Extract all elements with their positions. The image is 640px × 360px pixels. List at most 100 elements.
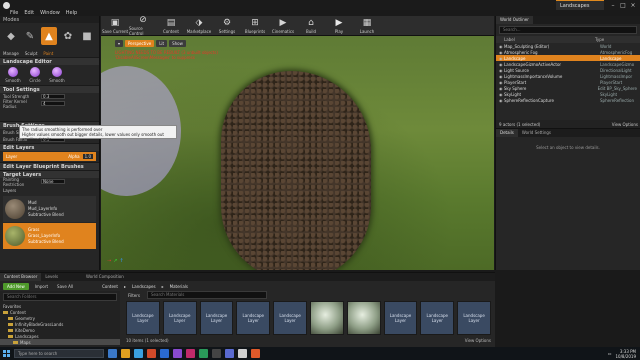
- taskbar-app-icon[interactable]: [212, 349, 221, 358]
- perspective-button[interactable]: Perspective: [125, 39, 155, 47]
- breadcrumb-content[interactable]: Content: [102, 284, 118, 289]
- asset-tile[interactable]: Landscape Layer: [273, 301, 307, 335]
- asset-search-input[interactable]: Search Materials: [147, 291, 267, 299]
- tool-settings-header[interactable]: Tool Settings: [0, 85, 99, 93]
- asset-tile[interactable]: Landscape Layer: [383, 301, 418, 335]
- asset-tile[interactable]: Landscape Layer: [457, 301, 491, 335]
- taskbar-app-icon[interactable]: [173, 349, 182, 358]
- geometry-mode-icon[interactable]: ■: [79, 27, 95, 45]
- tree-item[interactable]: Maps: [0, 339, 120, 345]
- taskbar-app-icon[interactable]: [160, 349, 169, 358]
- taskbar-app-icon[interactable]: [199, 349, 208, 358]
- filters-button[interactable]: Filters: [125, 292, 143, 299]
- windows-start-icon[interactable]: [3, 350, 10, 357]
- menu-file[interactable]: File: [10, 10, 18, 16]
- place-mode-icon[interactable]: ◆: [3, 27, 19, 45]
- submode-manage[interactable]: Manage: [3, 51, 19, 56]
- smooth-falloff-tool[interactable]: Smooth: [48, 67, 66, 83]
- asset-tile[interactable]: Landscape Layer: [162, 301, 197, 335]
- settings-button[interactable]: ⚙ Settings: [213, 16, 241, 36]
- edit-layers-header[interactable]: Edit Layers: [0, 143, 99, 151]
- tab-world-settings[interactable]: World Settings: [518, 129, 555, 137]
- tool-strength-field[interactable]: 0.3: [41, 94, 65, 99]
- minimize-icon[interactable]: –: [608, 2, 618, 9]
- taskbar-app-icon[interactable]: [238, 349, 247, 358]
- taskbar-search-input[interactable]: Type here to search: [14, 349, 104, 358]
- circle-tool[interactable]: Circle: [26, 67, 44, 83]
- taskbar-app-icon[interactable]: [147, 349, 156, 358]
- landscape-editor-header[interactable]: Landscape Editor: [0, 57, 99, 65]
- asset-view-options[interactable]: View Options: [465, 338, 491, 343]
- taskbar-app-icon[interactable]: [121, 349, 130, 358]
- tab-details[interactable]: Details: [496, 129, 518, 137]
- landscape-mode-icon[interactable]: ▲: [41, 27, 57, 45]
- outliner-row[interactable]: ◉ LightmassImportanceVolume LightmassImpor: [496, 73, 640, 79]
- menu-help[interactable]: Help: [66, 10, 77, 16]
- content-button[interactable]: ▤ Content: [157, 16, 185, 36]
- outliner-row[interactable]: ◉ PlayerStart PlayerStart: [496, 79, 640, 85]
- build-button[interactable]: ⌂ Build: [297, 16, 325, 36]
- filter-kernel-field[interactable]: 4: [41, 101, 65, 106]
- material-thumbnail[interactable]: [309, 301, 344, 335]
- col-label[interactable]: Label: [499, 37, 595, 42]
- add-new-button[interactable]: Add New: [3, 282, 29, 290]
- smooth-tool[interactable]: Smooth: [4, 67, 22, 83]
- notification-icon[interactable]: ▭: [608, 351, 612, 356]
- source-control-button[interactable]: ⊘ Source Control: [129, 15, 157, 36]
- asset-tile[interactable]: Landscape Layer: [420, 301, 455, 335]
- marketplace-button[interactable]: ⬗ Marketplace: [185, 16, 213, 36]
- tab-world-outliner[interactable]: World Outliner: [496, 16, 533, 24]
- taskbar-app-icon[interactable]: [108, 349, 117, 358]
- tab-world-composition[interactable]: World Composition: [82, 273, 128, 281]
- foliage-mode-icon[interactable]: ✿: [60, 27, 76, 45]
- outliner-row[interactable]: ◉ Atmospheric Fog AtmosphericFog: [496, 49, 640, 55]
- outliner-row[interactable]: ◉ Light Source DirectionalLight: [496, 67, 640, 73]
- outliner-row[interactable]: ◉ LandscapeGizmoActiveActor LandscapeGizmo: [496, 61, 640, 67]
- col-type[interactable]: Type: [595, 37, 604, 42]
- taskbar-app-icon[interactable]: [186, 349, 195, 358]
- close-icon[interactable]: ×: [628, 2, 638, 9]
- blueprints-button[interactable]: ⊞ Blueprints: [241, 16, 269, 36]
- outliner-row[interactable]: ◉ SphereReflectionCapture SphereReflection: [496, 97, 640, 103]
- taskbar-app-icon[interactable]: [134, 349, 143, 358]
- edit-layer-alpha-field[interactable]: 1.0: [82, 154, 93, 159]
- outliner-row[interactable]: ◉ Sky Sphere Edit BP_Sky_Sphere: [496, 85, 640, 91]
- menu-window[interactable]: Window: [40, 10, 60, 16]
- submode-paint[interactable]: Paint: [43, 51, 53, 56]
- edit-layer-row[interactable]: Layer Alpha 1.0: [3, 152, 96, 161]
- cinematics-button[interactable]: ▶ Cinematics: [269, 16, 297, 36]
- asset-tile[interactable]: Landscape Layer: [236, 301, 271, 335]
- import-button[interactable]: Import: [32, 283, 51, 290]
- breadcrumb-landscapes[interactable]: Landscapes: [132, 284, 156, 289]
- asset-tile[interactable]: Landscape Layer: [126, 301, 160, 335]
- tab-content-browser[interactable]: Content Browser: [0, 273, 42, 281]
- save-current-button[interactable]: ▣ Save Current: [101, 16, 129, 36]
- lit-button[interactable]: Lit: [156, 39, 168, 47]
- tab-levels[interactable]: Levels: [41, 273, 62, 281]
- painting-restriction-select[interactable]: None: [41, 179, 65, 184]
- outliner-row[interactable]: ◉ Landscape Landscape: [496, 55, 640, 61]
- asset-tile[interactable]: Landscape Layer: [199, 301, 234, 335]
- outliner-view-options[interactable]: View Options: [612, 122, 638, 127]
- viewport-options-button[interactable]: ▾: [115, 39, 124, 47]
- clock[interactable]: 3:33 PM 10/8/2019: [615, 349, 636, 359]
- paint-mode-icon[interactable]: ✎: [22, 27, 38, 45]
- edit-blueprint-brushes-header[interactable]: Edit Layer Blueprint Brushes: [0, 162, 99, 170]
- layer-row-mud[interactable]: Mud Mud_LayerInfo Subtractive Blend: [3, 196, 96, 222]
- outliner-search-input[interactable]: Search...: [499, 26, 637, 34]
- taskbar-app-icon[interactable]: [251, 349, 260, 358]
- folder-search-input[interactable]: Search Folders: [3, 293, 117, 301]
- play-button[interactable]: ▶ Play: [325, 16, 353, 36]
- breadcrumb-materials[interactable]: Materials: [170, 284, 188, 289]
- submode-sculpt[interactable]: Sculpt: [25, 51, 38, 56]
- launch-button[interactable]: ▦ Launch: [353, 16, 381, 36]
- taskbar-app-icon[interactable]: [225, 349, 234, 358]
- menu-edit[interactable]: Edit: [24, 10, 34, 16]
- layer-row-grass[interactable]: Grass Grass_LayerInfo Subtractive Blend: [3, 223, 96, 249]
- save-all-button[interactable]: Save All: [54, 283, 76, 290]
- document-tab[interactable]: Landscapes: [556, 0, 604, 10]
- level-viewport[interactable]: ▾ Perspective Lit Show LIGHTING NEEDS TO…: [101, 36, 494, 270]
- material-thumbnail[interactable]: [346, 301, 381, 335]
- maximize-icon[interactable]: □: [618, 2, 628, 9]
- show-button[interactable]: Show: [169, 39, 186, 47]
